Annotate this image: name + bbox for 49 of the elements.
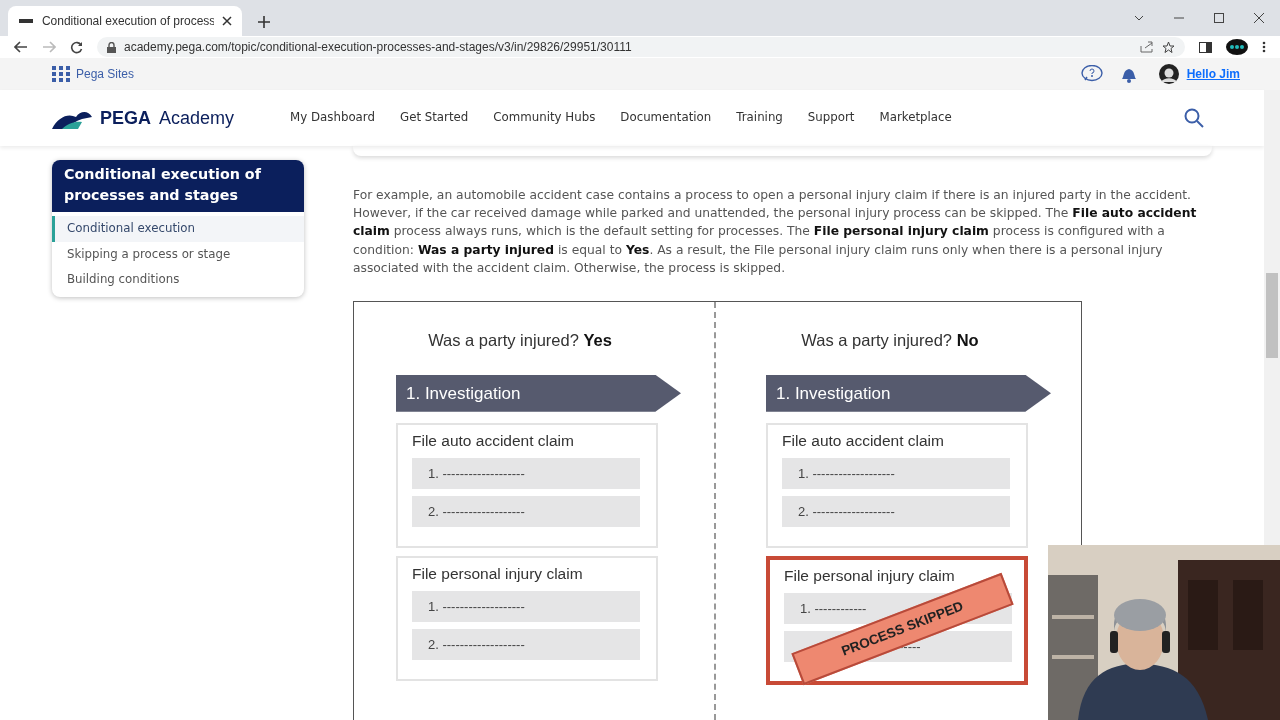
profile-icon[interactable] [1226,39,1248,55]
process-step: 1. ------------------- [782,458,1010,489]
diagram-question: Was a party injured? Yes [427,330,613,351]
nav-link[interactable]: Marketplace [879,109,952,127]
process-step: 1. ------------------- [412,458,640,489]
process-step: 2. ------------------- [412,629,640,661]
menu-title: Conditional execution of processes and stages [52,160,304,212]
menu-item[interactable]: Building conditions [52,267,304,294]
close-icon[interactable] [1254,13,1264,23]
reload-icon[interactable] [70,40,83,54]
process-step: 1. ------------------- [412,591,640,623]
menu-item[interactable]: Conditional execution [52,216,304,242]
nav-link[interactable]: My Dashboard [290,109,375,127]
nav-link[interactable]: Documentation [620,109,712,127]
process-title: File auto accident claim [782,430,945,451]
menu-item[interactable]: Skipping a process or stage [52,241,304,268]
scrollbar[interactable] [1264,90,1280,545]
logo-text[interactable]: PEGA [100,104,151,132]
close-icon[interactable] [222,16,232,26]
grid-icon[interactable] [52,66,72,82]
nav-link[interactable]: Get Started [400,109,469,127]
maximize-icon[interactable] [1214,13,1224,23]
tab-title: Conditional execution of process [41,13,215,30]
chevron-icon[interactable] [1134,15,1144,21]
process-title: File personal injury claim [412,564,584,584]
help-icon[interactable] [1080,65,1103,83]
back-icon[interactable] [14,41,28,53]
pega-sites-link[interactable]: Pega Sites [76,65,135,83]
article-paragraph: For example, an automobile accident case contains a process to open a personal injury claim if there is an injured party in the accident. However, if the car received damage while parked and unattended, the personal injury process can be skipped. The File auto accident claim process always runs, which is the default setting for processes. The File personal injury claim process is configured with a condition: Was a party injured is equal to Yes. As a result, the File personal injury claim runs only when there is a personal injury associated with the accident claim. Otherwise, the process is skipped. [353,187,1198,277]
diagram-question: Was a party injured? No [800,330,980,351]
nav-link[interactable]: Support [807,109,855,127]
side-panel-icon[interactable] [1199,41,1212,53]
share-icon[interactable] [1140,41,1154,53]
process-step: 2. ------------------- [412,496,640,527]
process-title: File auto accident claim [412,430,575,451]
address-bar[interactable]: academy.pega.com/topic/conditional-execution-processes-and-stages/v3/in/29826/29951/30111 [97,37,1185,57]
nav-link[interactable]: Community Hubs [493,109,596,127]
menu-icon[interactable] [1262,41,1266,53]
user-greeting[interactable]: Hello Jim [1186,65,1240,83]
process-step: 2. ------------------- [782,496,1010,527]
new-tab-icon[interactable] [258,16,270,28]
browser-tab[interactable]: Conditional execution of process [8,6,242,36]
url-text: academy.pega.com/topic/conditional-execution-processes-and-stages/v3/in/29826/29951/30111 [124,39,633,56]
nav-link[interactable]: Training [736,109,783,127]
lock-icon [107,41,116,53]
site-icon [18,17,34,25]
star-icon[interactable] [1162,40,1175,54]
search-icon[interactable] [1184,108,1204,128]
logo-subtitle[interactable]: Academy [159,104,235,132]
